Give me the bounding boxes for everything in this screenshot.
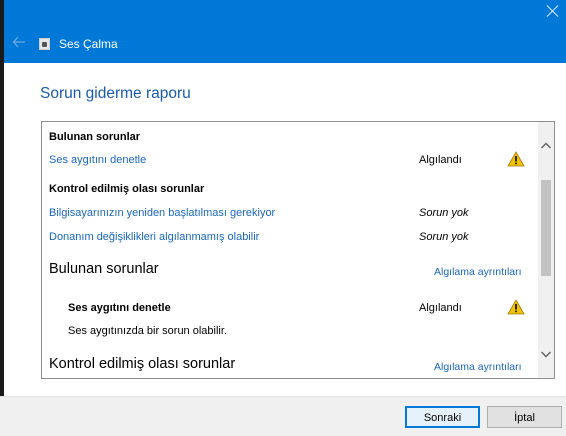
checked-item-hardware-link[interactable]: Donanım değişiklikleri algılanmamış olab…: [49, 231, 259, 243]
checked-issues-title: Kontrol edilmiş olası sorunlar: [49, 183, 205, 195]
report-panel[interactable]: Bulunan sorunlar Ses aygıtını denetle Al…: [41, 121, 555, 379]
warning-icon: [507, 299, 525, 315]
back-arrow-icon[interactable]: [12, 35, 26, 49]
close-icon[interactable]: [546, 4, 560, 18]
details-checked-link[interactable]: Algılama ayrıntıları: [434, 361, 522, 373]
scroll-thumb[interactable]: [541, 180, 551, 276]
button-bar: [0, 396, 566, 436]
detail-item-title: Ses aygıtını denetle: [68, 302, 171, 314]
speaker-troubleshooter-icon: [39, 38, 50, 50]
scroll-down-icon[interactable]: [538, 346, 554, 362]
page-title: Sorun giderme raporu: [40, 85, 191, 102]
checked-item-restart-link[interactable]: Bilgisayarınızın yeniden başlatılması ge…: [49, 207, 275, 219]
scroll-up-icon[interactable]: [538, 138, 554, 154]
checked-item-restart-status: Sorun yok: [419, 207, 469, 219]
details-found-title: Bulunan sorunlar: [49, 261, 159, 277]
warning-icon: [507, 151, 525, 167]
details-found-link[interactable]: Algılama ayrıntıları: [434, 266, 522, 278]
cancel-button[interactable]: İptal: [487, 406, 562, 428]
found-item-link[interactable]: Ses aygıtını denetle: [49, 154, 146, 166]
detail-item-description: Ses aygıtınızda bir sorun olabilir.: [68, 325, 227, 337]
next-button[interactable]: Sonraki: [405, 406, 480, 428]
scrollbar[interactable]: [538, 122, 554, 378]
detail-item-status: Algılandı: [419, 302, 462, 314]
window-title: Ses Çalma: [59, 37, 118, 51]
checked-item-hardware-status: Sorun yok: [419, 231, 469, 243]
found-problems-title: Bulunan sorunlar: [49, 131, 141, 143]
title-bar: Ses Çalma: [4, 0, 566, 63]
details-checked-title: Kontrol edilmiş olası sorunlar: [49, 356, 236, 372]
found-item-status: Algılandı: [419, 154, 462, 166]
background-strip: [0, 0, 4, 435]
